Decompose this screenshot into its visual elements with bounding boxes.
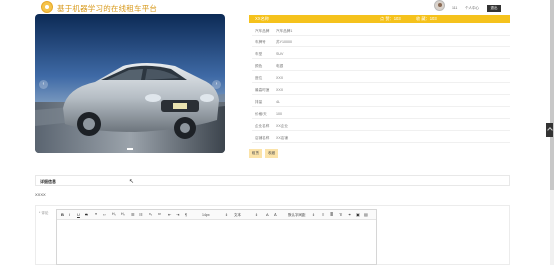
editor-toolbar: B I U S ❝ ‹› H₁ H₂ ☰ ☷ x₂ x² ⇤ ⇥ ¶ 14px … — [57, 210, 376, 220]
info-label: 汽车品牌 — [255, 29, 270, 33]
carousel-next-icon[interactable]: › — [212, 80, 221, 89]
info-row-seats: 座位 XXX — [252, 74, 510, 83]
product-name: XX名称 — [255, 16, 269, 21]
info-row-price: 价格/天 100 — [252, 110, 510, 119]
back-to-top-button[interactable] — [546, 123, 553, 137]
rent-button[interactable]: 租赁 — [249, 149, 262, 158]
info-value: 4L — [276, 100, 280, 104]
user-name: 111 — [452, 6, 458, 10]
outdent-icon[interactable]: ⇤ — [168, 212, 171, 217]
info-row-displacement: 排量 4L — [252, 98, 510, 107]
favorite-count: 收 藏：103 — [416, 16, 437, 21]
user-center-link[interactable]: 个人中心 — [465, 6, 479, 11]
align-center-icon[interactable]: ≣ — [330, 212, 333, 217]
quote-icon[interactable]: ❝ — [95, 212, 97, 217]
info-label: 企业名称 — [255, 124, 270, 128]
font-family-select[interactable]: 文本 — [234, 213, 241, 218]
info-value: 苏Y10000 — [276, 40, 292, 44]
info-label: 颜色 — [255, 64, 263, 68]
bold-icon[interactable]: B — [61, 212, 64, 217]
like-count: 点 赞：103 — [380, 16, 401, 21]
top-header: 基于机器学习的在线租车平台 111 个人中心 退出 — [0, 0, 554, 15]
info-value: XXX — [276, 76, 284, 80]
info-label: 车牌号 — [255, 40, 266, 44]
info-row-plate: 车牌号 苏Y10000 — [252, 38, 510, 47]
link-icon[interactable]: ⚭ — [348, 212, 351, 217]
info-label: 最高时速 — [255, 88, 270, 92]
page: 基于机器学习的在线租车平台 111 个人中心 退出 ‹ › XX名称 点 赞：1… — [0, 0, 554, 265]
car-photo — [35, 14, 225, 153]
info-row-brand: 汽车品牌 汽车品牌1 — [252, 27, 510, 36]
carousel-indicator[interactable] — [127, 148, 133, 150]
align-icon[interactable]: ≡ — [322, 212, 324, 217]
site-logo-icon[interactable] — [41, 1, 53, 13]
mouse-cursor-icon: ↖ — [129, 179, 135, 185]
bullet-list-icon[interactable]: ☷ — [139, 212, 143, 217]
favorite-button[interactable]: 收藏 — [265, 149, 278, 158]
detail-text: XXXX — [35, 192, 46, 197]
heading2-icon[interactable]: H₂ — [121, 212, 125, 217]
underline-icon[interactable]: U — [77, 212, 80, 217]
italic-icon[interactable]: I — [69, 212, 70, 217]
info-value: XX企业 — [276, 124, 288, 128]
subscript-icon[interactable]: x₂ — [149, 212, 152, 217]
info-label: 排量 — [255, 100, 263, 104]
info-value: XXX — [276, 88, 284, 92]
user-avatar[interactable] — [434, 0, 445, 11]
indent-icon[interactable]: ⇥ — [176, 212, 179, 217]
image-icon[interactable]: ▣ — [356, 212, 360, 217]
rich-text-editor[interactable]: B I U S ❝ ‹› H₁ H₂ ☰ ☷ x₂ x² ⇤ ⇥ ¶ 14px … — [56, 209, 377, 265]
site-title[interactable]: 基于机器学习的在线租车平台 — [57, 3, 157, 14]
font-family-dropdown-icon[interactable]: ⇕ — [255, 213, 258, 217]
details-section-header: 详细信息 — [35, 175, 510, 186]
info-row-company: 企业名称 XX企业 — [252, 122, 510, 131]
carousel-prev-icon[interactable]: ‹ — [39, 80, 48, 89]
superscript-icon[interactable]: x² — [158, 212, 161, 217]
video-icon[interactable]: ▤ — [364, 212, 368, 217]
car-image-carousel: ‹ › — [35, 14, 225, 153]
text-direction-icon[interactable]: ¶ — [185, 212, 187, 217]
font-size-dropdown-icon[interactable]: ⇕ — [225, 213, 228, 217]
font-color-icon[interactable]: A — [266, 212, 269, 217]
info-value: XX店铺 — [276, 136, 288, 140]
info-row-color: 颜色 电银 — [252, 62, 510, 71]
info-row-shop: 店铺名称 XX店铺 — [252, 134, 510, 143]
product-info-header: XX名称 点 赞：103 收 藏：103 — [249, 15, 510, 23]
info-row-type: 车型 SUV — [252, 50, 510, 59]
strikethrough-icon[interactable]: S — [85, 212, 88, 217]
info-label: 店铺名称 — [255, 136, 270, 140]
info-value: 汽车品牌1 — [276, 29, 293, 33]
info-label: 座位 — [255, 76, 263, 80]
letter-spacing-dropdown-icon[interactable]: ⇕ — [312, 213, 315, 217]
info-value: SUV — [276, 52, 284, 56]
background-color-icon[interactable]: Ā — [274, 212, 277, 217]
info-label: 车型 — [255, 52, 263, 56]
heading1-icon[interactable]: H₁ — [112, 212, 116, 217]
info-value: 100 — [276, 112, 282, 116]
logout-button[interactable]: 退出 — [487, 5, 501, 12]
comment-label: * 评论 — [39, 211, 49, 215]
letter-spacing-select[interactable]: 默认字间距 — [288, 213, 306, 218]
info-row-max-speed: 最高时速 XXX — [252, 86, 510, 95]
info-label: 价格/天 — [255, 112, 267, 116]
code-icon[interactable]: ‹› — [103, 212, 106, 217]
clear-format-icon[interactable]: T̸ — [339, 212, 341, 217]
info-value: 电银 — [276, 64, 284, 68]
font-size-select[interactable]: 14px — [202, 213, 210, 217]
page-scrollbar-thumb[interactable] — [550, 0, 554, 190]
ordered-list-icon[interactable]: ☰ — [131, 212, 135, 217]
section-title: 详细信息 — [40, 179, 56, 184]
